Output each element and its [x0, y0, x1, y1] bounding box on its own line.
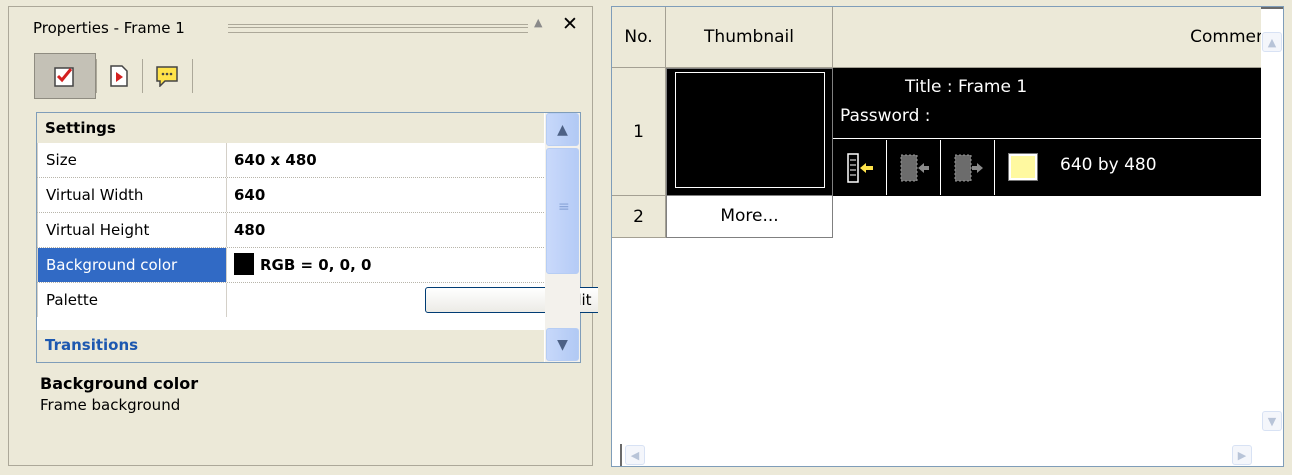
frame-password-text: Password : [840, 106, 931, 126]
list-arrow-icon [846, 152, 873, 183]
frame-thumbnail[interactable] [675, 72, 825, 188]
comment-divider [833, 138, 1263, 139]
property-row-virtual-width[interactable]: Virtual Width 640 [37, 178, 544, 213]
property-description: Background color Frame background [36, 366, 581, 460]
property-name: Virtual Height [37, 213, 227, 247]
property-name: Background color [37, 248, 227, 282]
scroll-left-button[interactable]: ◀ [625, 445, 645, 465]
frame-script-icon[interactable] [833, 140, 887, 195]
dither-arrow-icon [954, 154, 983, 181]
column-header-thumbnail[interactable]: Thumbnail [666, 7, 833, 68]
more-frames-cell[interactable]: More... [666, 196, 833, 238]
row-number[interactable]: 1 [612, 68, 666, 196]
frame-info-strip: 640 by 480 [833, 140, 1263, 195]
property-value[interactable]: 640 [228, 178, 544, 212]
toolbar-separator [96, 59, 97, 93]
description-text: Frame background [40, 396, 181, 414]
property-row-palette[interactable]: Palette Edit [37, 283, 729, 318]
property-value[interactable]: 480 [228, 213, 544, 247]
property-name: Palette [37, 283, 227, 317]
description-title: Background color [40, 374, 199, 393]
category-transitions[interactable]: Transitions [37, 330, 544, 362]
title-grip[interactable] [228, 24, 528, 33]
comments-tab-button[interactable] [146, 53, 188, 99]
property-value[interactable]: 640 x 480 [228, 143, 544, 177]
scroll-corner [1261, 7, 1283, 31]
panel-splitter[interactable] [598, 0, 611, 475]
settings-tab-button[interactable] [34, 53, 96, 99]
scroll-down-button[interactable]: ▼ [1262, 411, 1282, 431]
thumbnail-cell[interactable] [666, 68, 833, 196]
pin-icon[interactable]: ▲ [534, 16, 542, 29]
transition-out-icon[interactable] [941, 140, 995, 195]
column-header-no[interactable]: No. [612, 7, 666, 68]
property-row-background-color[interactable]: Background color RGB = 0, 0, 0 [37, 248, 544, 283]
close-icon[interactable]: ✕ [562, 13, 578, 35]
scroll-down-button[interactable]: ▼ [546, 328, 579, 361]
property-name: Size [37, 143, 227, 177]
frame-list-vertical-scrollbar[interactable]: ▲ ▼ [1261, 7, 1283, 466]
frame-list-horizontal-scrollbar[interactable]: ◀ ▶ [612, 444, 1263, 466]
speech-note-icon [156, 66, 178, 87]
frame-title-text: Title : Frame 1 [905, 77, 1028, 97]
column-header-comment[interactable]: Commer [833, 7, 1263, 68]
property-value[interactable]: RGB = 0, 0, 0 [228, 248, 544, 282]
scroll-right-button[interactable]: ▶ [1232, 445, 1252, 465]
property-value: Edit [228, 283, 729, 317]
background-color-chip[interactable] [1008, 153, 1038, 181]
frame-size-text: 640 by 480 [1060, 155, 1157, 175]
transitions-tab-button[interactable] [98, 53, 140, 99]
scroll-grip [612, 444, 622, 466]
panel-title: Properties - Frame 1 [33, 19, 185, 37]
color-swatch[interactable] [234, 252, 254, 275]
scroll-up-button[interactable]: ▲ [1262, 32, 1282, 52]
property-grid-scrollbar[interactable]: ▲ ▼ [545, 113, 580, 362]
property-grid: Settings Size 640 x 480 Virtual Width 64… [36, 112, 729, 363]
properties-panel: Properties - Frame 1 ▲ ✕ Settings Size 6… [0, 0, 729, 475]
property-row-virtual-height[interactable]: Virtual Height 480 [37, 213, 544, 248]
row-number[interactable]: 2 [612, 196, 666, 238]
scroll-thumb[interactable] [546, 148, 579, 274]
scroll-up-button[interactable]: ▲ [546, 113, 579, 146]
property-name: Virtual Width [37, 178, 227, 212]
property-row-size[interactable]: Size 640 x 480 [37, 143, 544, 178]
toolbar-separator [142, 59, 143, 93]
comment-cell[interactable]: Title : Frame 1 Password : 640 by 480 [833, 68, 1263, 196]
category-settings[interactable]: Settings [37, 113, 544, 143]
checklist-icon [54, 67, 74, 87]
frame-list: No. Thumbnail Commer 1 Title : Frame 1 P… [611, 6, 1284, 467]
toolbar-separator [192, 59, 193, 93]
play-page-icon [110, 65, 128, 87]
color-value-text: RGB = 0, 0, 0 [260, 256, 372, 274]
dither-arrow-icon [900, 154, 929, 181]
transition-in-icon[interactable] [887, 140, 941, 195]
